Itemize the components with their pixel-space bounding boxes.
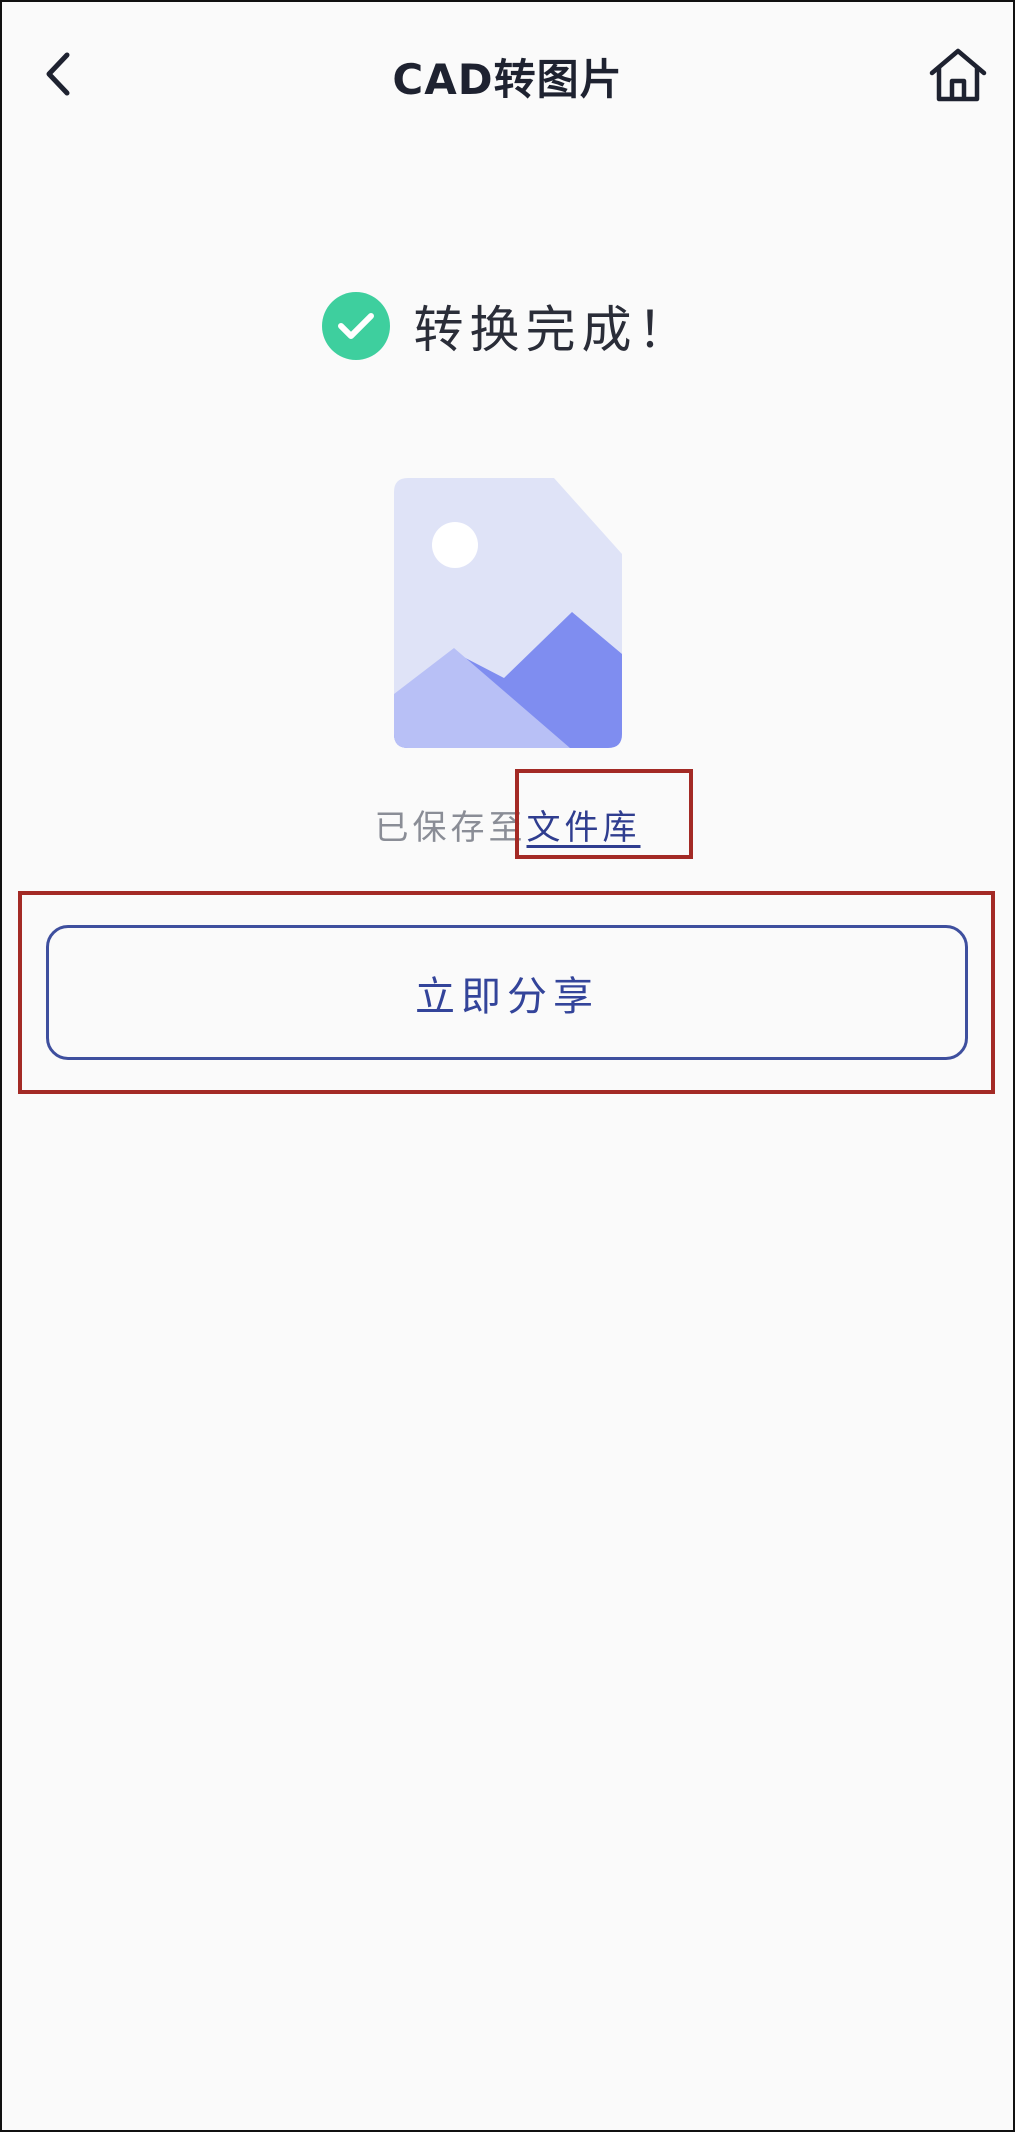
conversion-status: 转换完成！ (0, 290, 1015, 362)
page-title: CAD转图片 (392, 55, 623, 104)
saved-location: 已保存至文件库 (0, 800, 1015, 849)
share-now-button[interactable]: 立即分享 (46, 925, 968, 1060)
home-icon (929, 48, 987, 102)
saved-prefix-text: 已保存至 (374, 808, 527, 848)
status-text: 转换完成！ (413, 301, 694, 359)
top-bar: CAD转图片 (0, 0, 1015, 150)
image-file-icon (394, 478, 622, 748)
file-library-link[interactable]: 文件库 (527, 808, 641, 848)
check-circle-icon (321, 292, 390, 360)
home-button[interactable] (923, 40, 993, 110)
